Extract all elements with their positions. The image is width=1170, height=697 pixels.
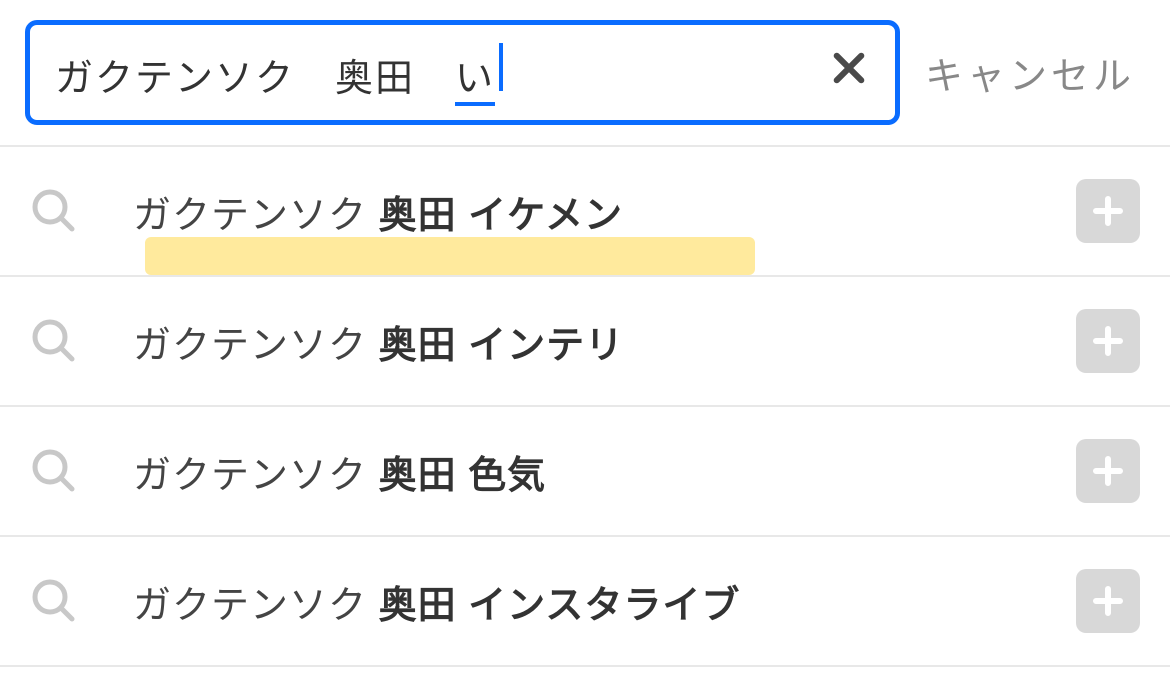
search-input-container[interactable]: ガクテンソク 奥田 い (25, 20, 900, 125)
suggestion-item[interactable]: ガクテンソク 奥田 インスタライブ (0, 537, 1170, 667)
search-icon (30, 577, 78, 625)
plus-icon (1090, 583, 1126, 619)
search-icon (30, 187, 78, 235)
add-button[interactable] (1076, 179, 1140, 243)
suggestion-text: ガクテンソク 奥田 インテリ (133, 314, 1076, 369)
search-query-prefix: ガクテンソク 奥田 (55, 47, 455, 102)
suggestion-item[interactable]: ガクテンソク 奥田 インテリ (0, 277, 1170, 407)
suggestion-item[interactable]: ガクテンソク 奥田 イケメン (0, 147, 1170, 277)
plus-icon (1090, 193, 1126, 229)
close-icon (828, 47, 870, 89)
search-icon (30, 447, 78, 495)
search-input[interactable]: ガクテンソク 奥田 い (55, 43, 828, 102)
plus-icon (1090, 323, 1126, 359)
text-cursor (499, 43, 503, 91)
suggestion-text: ガクテンソク 奥田 インスタライブ (133, 574, 1076, 629)
search-header: ガクテンソク 奥田 い キャンセル (0, 0, 1170, 145)
clear-button[interactable] (828, 47, 870, 98)
search-icon (30, 317, 78, 365)
highlight-annotation (145, 237, 755, 275)
cancel-button[interactable]: キャンセル (925, 45, 1145, 100)
add-button[interactable] (1076, 439, 1140, 503)
plus-icon (1090, 453, 1126, 489)
suggestion-text: ガクテンソク 奥田 色気 (133, 444, 1076, 499)
ime-underline (455, 102, 495, 106)
add-button[interactable] (1076, 309, 1140, 373)
suggestion-text: ガクテンソク 奥田 イケメン (133, 184, 1076, 239)
add-button[interactable] (1076, 569, 1140, 633)
suggestion-item[interactable]: ガクテンソク 奥田 色気 (0, 407, 1170, 537)
ime-composition: い (455, 47, 495, 102)
suggestions-list: ガクテンソク 奥田 イケメン ガクテンソク 奥田 インテリ ガクテンソク 奥田 (0, 145, 1170, 667)
